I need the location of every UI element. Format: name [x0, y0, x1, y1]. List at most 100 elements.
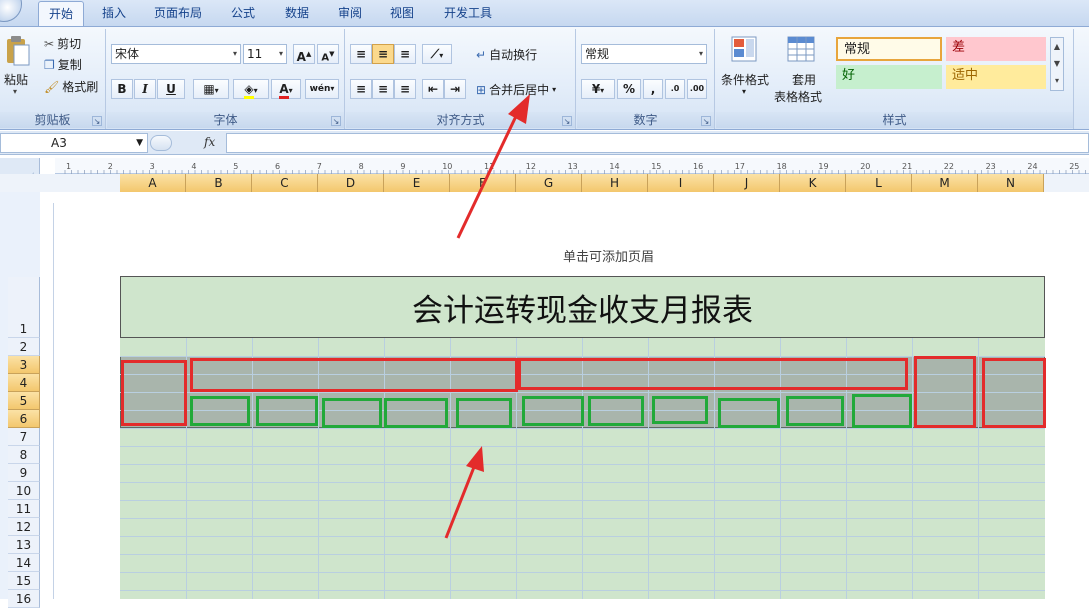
- column-header-i[interactable]: I: [648, 174, 714, 192]
- style-bad[interactable]: 差: [946, 37, 1046, 61]
- format-painter-button[interactable]: 🖌 格式刷: [44, 78, 98, 95]
- align-left-icon[interactable]: ≡: [350, 79, 372, 99]
- font-color-button[interactable]: A▾: [271, 79, 301, 99]
- row-header-9[interactable]: 9: [8, 464, 40, 482]
- style-normal[interactable]: 常规: [836, 37, 942, 61]
- row-header-14[interactable]: 14: [8, 554, 40, 572]
- column-header-m[interactable]: M: [912, 174, 978, 192]
- style-good[interactable]: 好: [836, 65, 942, 89]
- style-neutral[interactable]: 适中: [946, 65, 1046, 89]
- align-top-icon[interactable]: ≡: [350, 44, 372, 64]
- row-header-12[interactable]: 12: [8, 518, 40, 536]
- bold-button[interactable]: B: [111, 79, 133, 99]
- tab-review[interactable]: 审阅: [328, 1, 372, 26]
- row-header-16[interactable]: 16: [8, 590, 40, 608]
- ribbon: 粘贴 ▾ ✂ 剪切 ❐ 复制 🖌 格式刷 剪贴板 ↘ 宋体 ▾ 11 ▾ A▲ A▼ B …: [0, 26, 1089, 130]
- annotation-box-red: [190, 358, 518, 392]
- column-header-h[interactable]: H: [582, 174, 648, 192]
- wrap-text-button[interactable]: ↵ 自动换行: [476, 46, 537, 63]
- insert-function-icon[interactable]: fx: [204, 135, 215, 149]
- gridline-horizontal: [120, 482, 1045, 483]
- name-box[interactable]: A3 ▼: [0, 133, 148, 153]
- conditional-format-icon[interactable]: [730, 35, 760, 65]
- column-header-a[interactable]: A: [120, 174, 186, 192]
- styles-scroll-icon[interactable]: ▲ ▼ ▾: [1050, 37, 1064, 91]
- fill-color-button[interactable]: ◈▾: [233, 79, 269, 99]
- row-header-3[interactable]: 3: [8, 356, 40, 374]
- tab-insert[interactable]: 插入: [92, 1, 136, 26]
- horizontal-ruler[interactable]: 1 2 3 4 5 6 7 8 9 10 11 12 13 14 15 16 17 18 19 20 21 22 23 24 2…: [55, 158, 1089, 174]
- percent-button[interactable]: %: [617, 79, 641, 99]
- tab-view[interactable]: 视图: [380, 1, 424, 26]
- row-header-4[interactable]: 4: [8, 374, 40, 392]
- paste-button[interactable]: 粘贴: [4, 71, 28, 88]
- row-header-bar: 1 2 3 4 5 6 7 8 9 10 11 12 13 14 15 16: [0, 192, 40, 608]
- number-launcher-icon[interactable]: ↘: [701, 116, 711, 126]
- formula-input[interactable]: [226, 133, 1089, 153]
- row-header-10[interactable]: 10: [8, 482, 40, 500]
- align-middle-icon[interactable]: ≡: [372, 44, 394, 64]
- tab-page-layout[interactable]: 页面布局: [144, 1, 212, 26]
- tab-data[interactable]: 数据: [275, 1, 319, 26]
- column-header-k[interactable]: K: [780, 174, 846, 192]
- column-header-n[interactable]: N: [978, 174, 1044, 192]
- styles-group-label: 样式: [716, 112, 1073, 128]
- borders-button[interactable]: ▦▾: [193, 79, 229, 99]
- italic-button[interactable]: I: [134, 79, 156, 99]
- font-size-box[interactable]: 11 ▾: [243, 44, 287, 64]
- conditional-dropdown-icon[interactable]: ▾: [742, 87, 746, 96]
- tab-home[interactable]: 开始: [38, 1, 85, 26]
- clipboard-launcher-icon[interactable]: ↘: [92, 116, 102, 126]
- cut-button[interactable]: ✂ 剪切: [44, 35, 81, 52]
- alignment-launcher-icon[interactable]: ↘: [562, 116, 572, 126]
- report-title[interactable]: 会计运转现金收支月报表: [120, 276, 1045, 338]
- copy-button[interactable]: ❐ 复制: [44, 56, 82, 73]
- conditional-format-button[interactable]: 条件格式: [721, 71, 769, 88]
- align-center-icon[interactable]: ≡: [372, 79, 394, 99]
- grow-font-button[interactable]: A▲: [293, 44, 315, 64]
- phonetic-guide-button[interactable]: wén▾: [305, 79, 339, 99]
- row-header-1[interactable]: 1: [8, 320, 40, 338]
- format-as-table-button[interactable]: 表格格式: [774, 88, 822, 105]
- header-placeholder[interactable]: 单击可添加页眉: [563, 246, 654, 265]
- tab-developer[interactable]: 开发工具: [434, 1, 502, 26]
- orientation-icon[interactable]: ⟋▾: [422, 44, 452, 64]
- column-header-j[interactable]: J: [714, 174, 780, 192]
- shrink-font-button[interactable]: A▼: [317, 44, 339, 64]
- align-bottom-icon[interactable]: ≡: [394, 44, 416, 64]
- formula-bar: A3 ▼ fx: [0, 131, 1089, 155]
- paste-dropdown-icon[interactable]: ▾: [13, 87, 17, 96]
- decrease-decimal-icon[interactable]: .00: [687, 79, 707, 99]
- paste-icon[interactable]: [5, 35, 31, 67]
- format-as-table-icon[interactable]: [786, 35, 816, 65]
- row-header-15[interactable]: 15: [8, 572, 40, 590]
- font-launcher-icon[interactable]: ↘: [331, 116, 341, 126]
- row-header-2[interactable]: 2: [8, 338, 40, 356]
- currency-icon[interactable]: ¥▾: [581, 79, 615, 99]
- underline-button[interactable]: U: [157, 79, 185, 99]
- tab-formulas[interactable]: 公式: [221, 1, 265, 26]
- font-name-box[interactable]: 宋体 ▾: [111, 44, 241, 64]
- column-header-l[interactable]: L: [846, 174, 912, 192]
- gridline-horizontal: [120, 536, 1045, 537]
- office-button[interactable]: [0, 0, 22, 22]
- increase-decimal-icon[interactable]: .0: [665, 79, 685, 99]
- column-header-d[interactable]: D: [318, 174, 384, 192]
- align-right-icon[interactable]: ≡: [394, 79, 416, 99]
- column-header-b[interactable]: B: [186, 174, 252, 192]
- borders-icon: ▦: [203, 82, 215, 96]
- number-format-box[interactable]: 常规 ▾: [581, 44, 707, 64]
- ruler-label: 7: [317, 162, 322, 171]
- column-header-c[interactable]: C: [252, 174, 318, 192]
- number-group-label: 数字: [577, 112, 714, 128]
- comma-button[interactable]: ,: [643, 79, 663, 99]
- row-header-11[interactable]: 11: [8, 500, 40, 518]
- row-header-5[interactable]: 5: [8, 392, 40, 410]
- row-header-8[interactable]: 8: [8, 446, 40, 464]
- row-header-7[interactable]: 7: [8, 428, 40, 446]
- table-format-label-line1[interactable]: 套用: [792, 71, 816, 88]
- annotation-box-red: [982, 358, 1046, 428]
- row-header-6[interactable]: 6: [8, 410, 40, 428]
- row-header-13[interactable]: 13: [8, 536, 40, 554]
- formula-bar-handle-icon[interactable]: [150, 135, 172, 151]
